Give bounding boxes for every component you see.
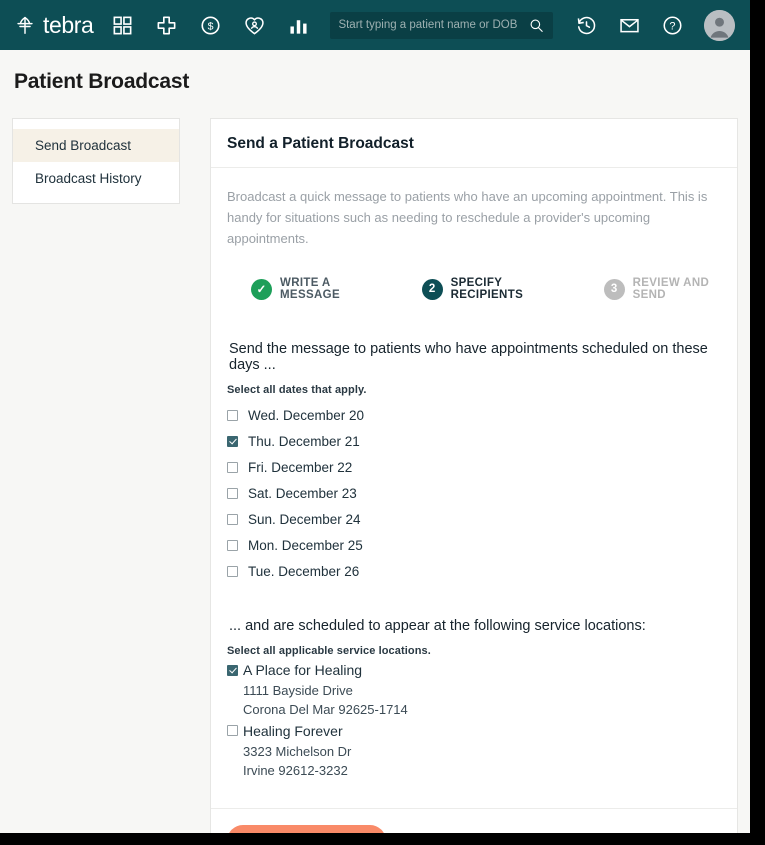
- locations-question: ... and are scheduled to appear at the f…: [229, 618, 646, 635]
- location-name: Healing Forever: [243, 722, 343, 739]
- checkbox-unchecked-icon[interactable]: [227, 409, 238, 421]
- location-option: Healing Forever 3323 Michelson Dr Irvine…: [227, 720, 721, 780]
- step-write-a-message[interactable]: ✓ WRITE A MESSAGE: [251, 277, 369, 301]
- search-input[interactable]: [338, 19, 529, 31]
- checkbox-unchecked-icon[interactable]: [227, 565, 238, 577]
- billing-dollar-icon[interactable]: $: [199, 14, 222, 37]
- svg-text:$: $: [208, 20, 214, 32]
- secondary-nav-icons: ?: [575, 9, 736, 41]
- card-footer: Next: Send Message Back: [211, 808, 737, 833]
- date-label: Fri. December 22: [248, 459, 353, 475]
- dashboard-grid-icon[interactable]: [111, 14, 134, 37]
- next-send-message-button[interactable]: Next: Send Message: [227, 825, 387, 833]
- checkbox-unchecked-icon[interactable]: [227, 539, 238, 551]
- card-body: Broadcast a quick message to patients wh…: [211, 168, 737, 786]
- date-option[interactable]: Sat. December 23: [227, 480, 721, 506]
- patient-search[interactable]: [330, 11, 554, 39]
- location-name: A Place for Healing: [243, 662, 363, 679]
- date-label: Sun. December 24: [248, 511, 361, 527]
- page-layout: Send Broadcast Broadcast History Send a …: [0, 94, 750, 833]
- location-citystate: Corona Del Mar 92625-1714: [243, 702, 408, 718]
- avatar[interactable]: [704, 9, 736, 41]
- step-review-and-send[interactable]: 3 REVIEW AND SEND: [603, 277, 721, 302]
- location-toggle[interactable]: A Place for Healing: [227, 659, 721, 681]
- tebra-leaf-icon: [17, 16, 33, 34]
- checkbox-checked-icon[interactable]: [227, 435, 238, 447]
- card-title: Send a Patient Broadcast: [211, 119, 737, 168]
- dates-checkbox-list: Wed. December 20 Thu. December 21 Fri. D…: [227, 402, 721, 584]
- step-1-label: WRITE A MESSAGE: [280, 277, 340, 302]
- location-street: 1111 Bayside Drive: [243, 683, 353, 699]
- sidebar-item-label: Broadcast History: [35, 171, 142, 186]
- date-label: Wed. December 20: [248, 407, 365, 423]
- patients-heart-icon[interactable]: [243, 14, 266, 37]
- recent-history-icon[interactable]: [575, 14, 598, 37]
- date-label: Thu. December 21: [248, 433, 360, 449]
- checkbox-unchecked-icon[interactable]: [227, 725, 238, 737]
- step-2-badge: 2: [421, 278, 443, 300]
- sidebar-item-broadcast-history[interactable]: Broadcast History: [13, 162, 179, 195]
- page-title: Patient Broadcast: [14, 70, 190, 93]
- svg-text:?: ?: [670, 20, 676, 32]
- step-2-label: SPECIFY RECIPIENTS: [450, 277, 524, 302]
- location-option: A Place for Healing 1111 Bayside Drive C…: [227, 659, 721, 719]
- wizard-steps: ✓ WRITE A MESSAGE 2 SPECIFY RECIPIENTS 3…: [251, 277, 721, 301]
- dates-hint: Select all dates that apply.: [227, 384, 367, 397]
- date-option[interactable]: Wed. December 20: [227, 402, 721, 428]
- date-label: Sat. December 23: [248, 485, 357, 501]
- reports-chart-icon[interactable]: [287, 14, 310, 37]
- tebra-wordmark: tebra: [43, 11, 94, 38]
- location-citystate: Irvine 92612-3232: [243, 762, 348, 778]
- sidebar-nav: Send Broadcast Broadcast History: [12, 118, 180, 204]
- checkbox-checked-icon[interactable]: [227, 664, 238, 676]
- help-question-icon[interactable]: ?: [661, 14, 684, 37]
- sidebar-item-label: Send Broadcast: [35, 138, 132, 153]
- date-label: Tue. December 26: [248, 563, 360, 579]
- date-option[interactable]: Sun. December 24: [227, 506, 721, 532]
- location-street: 3323 Michelson Dr: [243, 743, 352, 759]
- messages-mail-icon[interactable]: [618, 14, 641, 37]
- broadcast-card: Send a Patient Broadcast Broadcast a qui…: [210, 118, 738, 833]
- date-option[interactable]: Tue. December 26: [227, 558, 721, 584]
- app-window: tebra $ Start typing a patient name or D…: [0, 0, 750, 833]
- locations-checkbox-list: A Place for Healing 1111 Bayside Drive C…: [227, 659, 721, 780]
- checkbox-unchecked-icon[interactable]: [227, 487, 238, 499]
- top-navigation-bar: tebra $ Start typing a patient name or D…: [0, 0, 750, 50]
- date-option[interactable]: Thu. December 21: [227, 428, 721, 454]
- date-option[interactable]: Fri. December 22: [227, 454, 721, 480]
- primary-nav-icons: $: [111, 14, 310, 37]
- checkbox-unchecked-icon[interactable]: [227, 513, 238, 525]
- checkbox-unchecked-icon[interactable]: [227, 461, 238, 473]
- step-1-check-icon: ✓: [251, 278, 272, 300]
- search-icon[interactable]: [528, 17, 545, 34]
- dates-question: Send the message to patients who have ap…: [229, 341, 708, 374]
- locations-hint: Select all applicable service locations.: [227, 645, 431, 658]
- tebra-logo[interactable]: tebra: [14, 11, 94, 38]
- sidebar-item-send-broadcast[interactable]: Send Broadcast: [13, 129, 179, 162]
- step-3-badge: 3: [603, 278, 625, 300]
- card-description: Broadcast a quick message to patients wh…: [227, 189, 708, 247]
- date-option[interactable]: Mon. December 25: [227, 532, 721, 558]
- clinical-plus-icon[interactable]: [155, 14, 178, 37]
- page-content: Patient Broadcast Send Broadcast Broadca…: [0, 50, 750, 833]
- date-label: Mon. December 25: [248, 537, 363, 553]
- location-toggle[interactable]: Healing Forever: [227, 720, 721, 742]
- step-3-label: REVIEW AND SEND: [632, 277, 710, 302]
- step-specify-recipients[interactable]: 2 SPECIFY RECIPIENTS: [421, 277, 551, 302]
